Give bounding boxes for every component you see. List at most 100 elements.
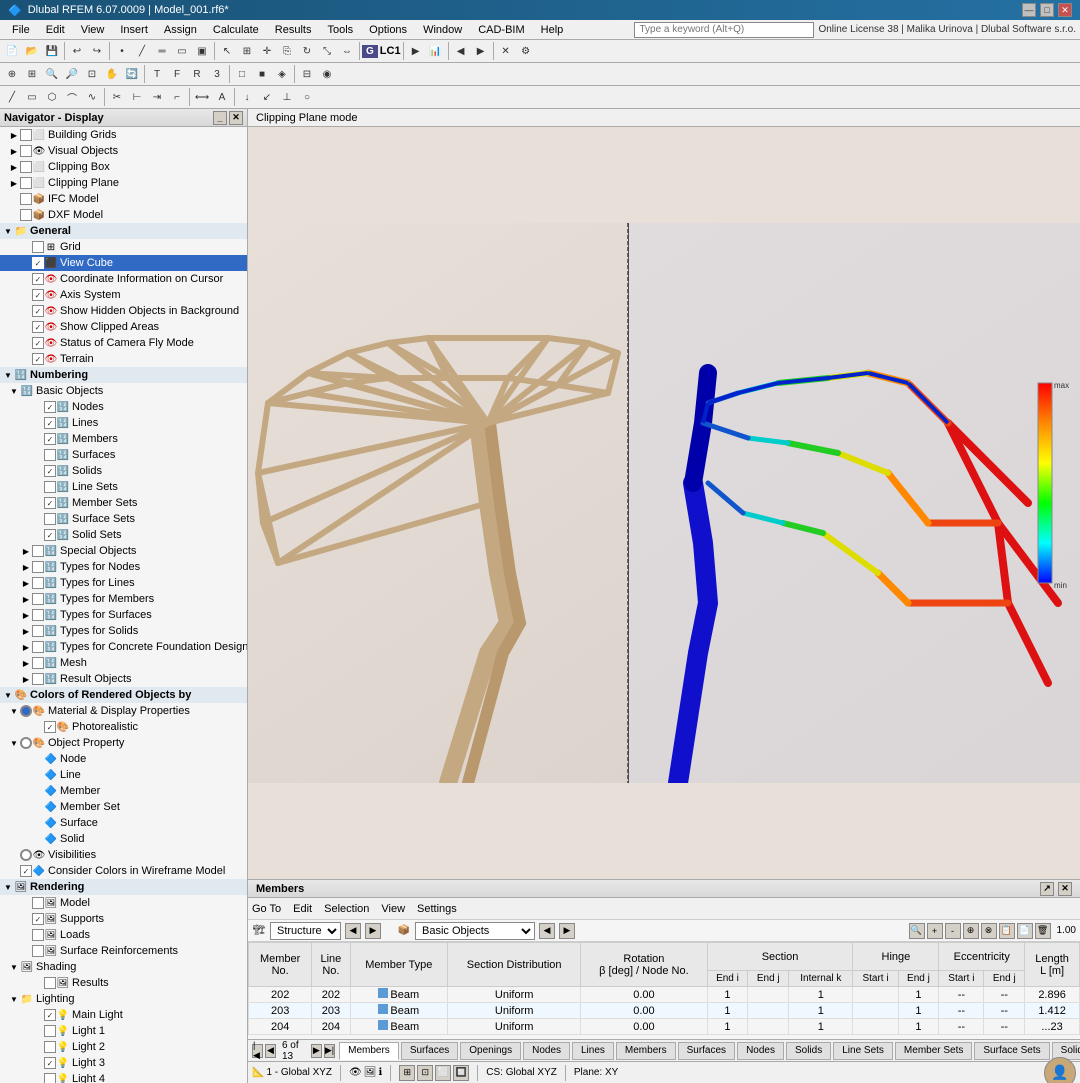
tree-item-ifc-model[interactable]: 📦 IFC Model [0,191,247,207]
checkbox-light1[interactable] [44,1025,56,1037]
checkbox-main-light[interactable] [44,1009,56,1021]
checkbox-hidden[interactable] [32,305,44,317]
checkbox-result-objects[interactable] [32,673,44,685]
menu-tools[interactable]: Tools [319,22,361,38]
checkbox-coord-info[interactable] [32,273,44,285]
tree-item-results-shading[interactable]: 🖼 Results [0,975,247,991]
tab-solids[interactable]: Solids [786,1042,831,1060]
tree-item-lines[interactable]: 🔢 Lines [0,415,247,431]
checkbox-light3[interactable] [44,1057,56,1069]
tree-item-member[interactable]: 🔷 Member [0,783,247,799]
tb-members-8[interactable]: 🗑 [1035,923,1051,939]
tb-save[interactable]: 💾 [42,41,62,61]
tree-item-clipping-plane[interactable]: ▶ ⬜ Clipping Plane [0,175,247,191]
tab-openings[interactable]: Openings [460,1042,521,1060]
radio-object-prop[interactable] [20,737,32,749]
checkbox-camera[interactable] [32,337,44,349]
view-mode-4[interactable]: 🔲 [453,1065,469,1081]
checkbox-visual-objects[interactable] [20,145,32,157]
view-mode-2[interactable]: ⊡ [417,1065,433,1081]
tb-members-7[interactable]: 📄 [1017,923,1033,939]
checkbox-solids[interactable] [44,465,56,477]
toolbar-selection[interactable]: Selection [324,903,369,915]
tree-item-solid[interactable]: 🔷 Solid [0,831,247,847]
tb3-extend[interactable]: ⊢ [127,87,147,107]
tree-item-nodes[interactable]: 🔢 Nodes [0,399,247,415]
tree-item-solid-sets[interactable]: 🔢 Solid Sets [0,527,247,543]
tb-select[interactable]: ↖ [217,41,237,61]
menu-edit[interactable]: Edit [38,22,73,38]
tb-move[interactable]: ✛ [257,41,277,61]
menu-view[interactable]: View [73,22,113,38]
tb-undo[interactable]: ↩ [67,41,87,61]
tree-item-terrain[interactable]: 👁 Terrain [0,351,247,367]
viewport-3d[interactable]: max min [248,127,1080,879]
toolbar-settings[interactable]: Settings [417,903,457,915]
tb2-render[interactable]: ◈ [272,64,292,84]
tree-group-general[interactable]: ▼ 📁 General [0,223,247,239]
tree-item-model[interactable]: 🖼 Model [0,895,247,911]
checkbox-grid[interactable] [32,241,44,253]
tree-group-shading[interactable]: ▼ 🖼 Shading [0,959,247,975]
checkbox-lines[interactable] [44,417,56,429]
tab-members[interactable]: Members [339,1042,399,1060]
tree-item-mesh[interactable]: ▶ 🔢 Mesh [0,655,247,671]
tab-surfaces[interactable]: Surfaces [401,1042,458,1060]
tb-copy[interactable]: ⎘ [277,41,297,61]
tab-members2[interactable]: Members [616,1042,676,1060]
tb-settings[interactable]: ⚙ [516,41,536,61]
tb-surface[interactable]: ▭ [172,41,192,61]
tree-item-line-sets[interactable]: 🔢 Line Sets [0,479,247,495]
toolbar-view[interactable]: View [381,903,405,915]
render-icon-status[interactable]: 🖼 [364,1067,377,1078]
checkbox-clipping-plane[interactable] [20,177,32,189]
checkbox-photorealistic[interactable] [44,721,56,733]
checkbox-member-sets[interactable] [44,497,56,509]
page-first[interactable]: |◀ [252,1044,263,1058]
checkbox-view-cube[interactable] [32,257,44,269]
search-input[interactable] [634,22,814,38]
panel-minimize[interactable]: _ [213,111,227,125]
tab-surfaces2[interactable]: Surfaces [678,1042,735,1060]
tree-item-member-set[interactable]: 🔷 Member Set [0,799,247,815]
checkbox-types-concrete[interactable] [32,641,44,653]
tb-results[interactable]: 📊 [426,41,446,61]
tb3-load2[interactable]: ↙ [257,87,277,107]
tree-item-node[interactable]: 🔷 Node [0,751,247,767]
tab-nodes2[interactable]: Nodes [737,1042,784,1060]
checkbox-types-solids[interactable] [32,625,44,637]
tb3-text[interactable]: A [212,87,232,107]
toolbar-goto[interactable]: Go To [252,903,281,915]
checkbox-consider-colors[interactable] [20,865,32,877]
tb2-filter[interactable]: ⊟ [297,64,317,84]
tree-item-types-solids[interactable]: ▶ 🔢 Types for Solids [0,623,247,639]
tb2-display[interactable]: ◉ [317,64,337,84]
tb-next-nav[interactable]: ▶ [471,41,491,61]
tb-mirror[interactable]: ⇔ [337,41,357,61]
checkbox-types-members[interactable] [32,593,44,605]
tb2-wireframe[interactable]: □ [232,64,252,84]
page-next[interactable]: ▶ [311,1044,322,1058]
tb-new[interactable]: 📄 [2,41,22,61]
tree-item-show-clipped[interactable]: 👁 Show Clipped Areas [0,319,247,335]
tb2-snap[interactable]: ⊕ [2,64,22,84]
tree-item-object-property[interactable]: ▼ 🎨 Object Property [0,735,247,751]
tb2-view-3d[interactable]: 3 [207,64,227,84]
tree-item-main-light[interactable]: 💡 Main Light [0,1007,247,1023]
tb-members-4[interactable]: ⊕ [963,923,979,939]
view-mode-1[interactable]: ⊞ [399,1065,415,1081]
tree-group-numbering[interactable]: ▼ 🔢 Numbering [0,367,247,383]
tb2-view-front[interactable]: F [167,64,187,84]
checkbox-clipping-box[interactable] [20,161,32,173]
filter-obj-btn2[interactable]: ▶ [559,923,575,939]
tb2-fit[interactable]: ⊡ [82,64,102,84]
tb2-rotate3d[interactable]: 🔄 [122,64,142,84]
tree-item-solids[interactable]: 🔢 Solids [0,463,247,479]
tb3-draw-poly[interactable]: ⬡ [42,87,62,107]
tree-item-clipping-box[interactable]: ▶ ⬜ Clipping Box [0,159,247,175]
close-btn[interactable]: ✕ [1058,3,1072,17]
maximize-btn[interactable]: □ [1040,3,1054,17]
tree-item-types-lines[interactable]: ▶ 🔢 Types for Lines [0,575,247,591]
tree-item-view-cube[interactable]: ⬛ View Cube [0,255,247,271]
tb-members-5[interactable]: ⊗ [981,923,997,939]
